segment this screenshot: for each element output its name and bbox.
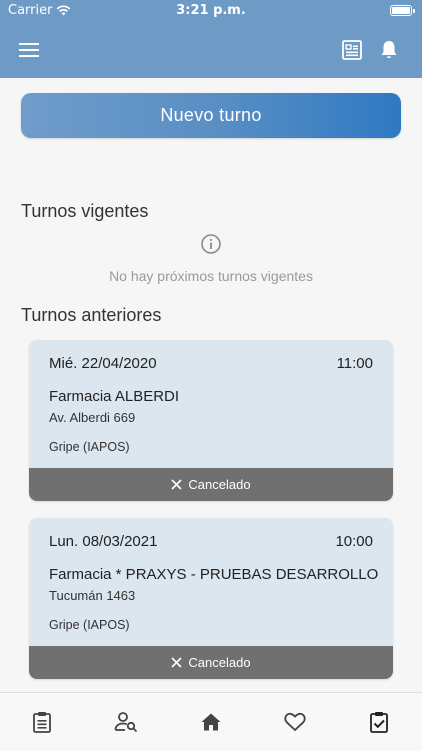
menu-button[interactable] [14,36,44,64]
notifications-button[interactable] [374,36,404,64]
nav-item-home[interactable] [196,707,226,737]
turno-date: Lun. 08/03/2021 [49,533,158,550]
bottom-nav [0,692,422,751]
turno-status-bar: Cancelado [29,646,393,679]
nav-item-user-search[interactable] [111,707,141,737]
nav-item-favorites[interactable] [280,707,310,737]
close-icon [171,657,182,668]
turno-hour: 11:00 [336,355,373,372]
section-title-vigentes: Turnos vigentes [21,201,149,221]
clipboard-icon [33,712,51,733]
turno-address: Tucumán 1463 [49,588,136,603]
status-bar: Carrier 3:21 p.m. [0,0,422,22]
clipboard-check-icon [370,712,388,733]
heart-icon [284,712,306,732]
app-bar [0,22,422,78]
home-icon [201,713,221,731]
turno-service: Gripe (IAPOS) [49,618,130,632]
status-time: 3:21 p.m. [176,3,246,18]
battery-icon [390,5,415,16]
report-icon [342,40,362,60]
new-turno-button[interactable]: Nuevo turno [21,93,401,138]
menu-icon [19,43,39,57]
section-title-anteriores: Turnos anteriores [21,305,162,325]
turno-card[interactable]: Lun. 08/03/2021 10:00 Farmacia * PRAXYS … [29,518,393,679]
nav-item-turnos[interactable] [364,707,394,737]
bell-icon [381,41,397,59]
turno-card[interactable]: Mié. 22/04/2020 11:00 Farmacia ALBERDI A… [29,340,393,501]
turno-card-body: Lun. 08/03/2021 10:00 Farmacia * PRAXYS … [29,518,393,646]
turno-status-label: Cancelado [188,655,251,670]
turno-card-body: Mié. 22/04/2020 11:00 Farmacia ALBERDI A… [29,340,393,468]
turno-pharmacy: Farmacia * PRAXYS - PRUEBAS DESARROLLO [49,566,379,583]
info-icon [201,234,221,254]
turno-hour: 10:00 [335,533,373,550]
empty-vigentes-message: No hay próximos turnos vigentes [109,268,313,284]
close-icon [171,479,182,490]
nav-item-clipboard[interactable] [27,707,57,737]
turno-status-bar: Cancelado [29,468,393,501]
turno-address: Av. Alberdi 669 [49,410,136,425]
report-button[interactable] [337,36,367,64]
turno-status-label: Cancelado [188,477,251,492]
turno-date: Mié. 22/04/2020 [49,355,157,372]
turno-service: Gripe (IAPOS) [49,440,130,454]
turno-pharmacy: Farmacia ALBERDI [49,388,180,405]
user-search-icon [114,712,138,733]
